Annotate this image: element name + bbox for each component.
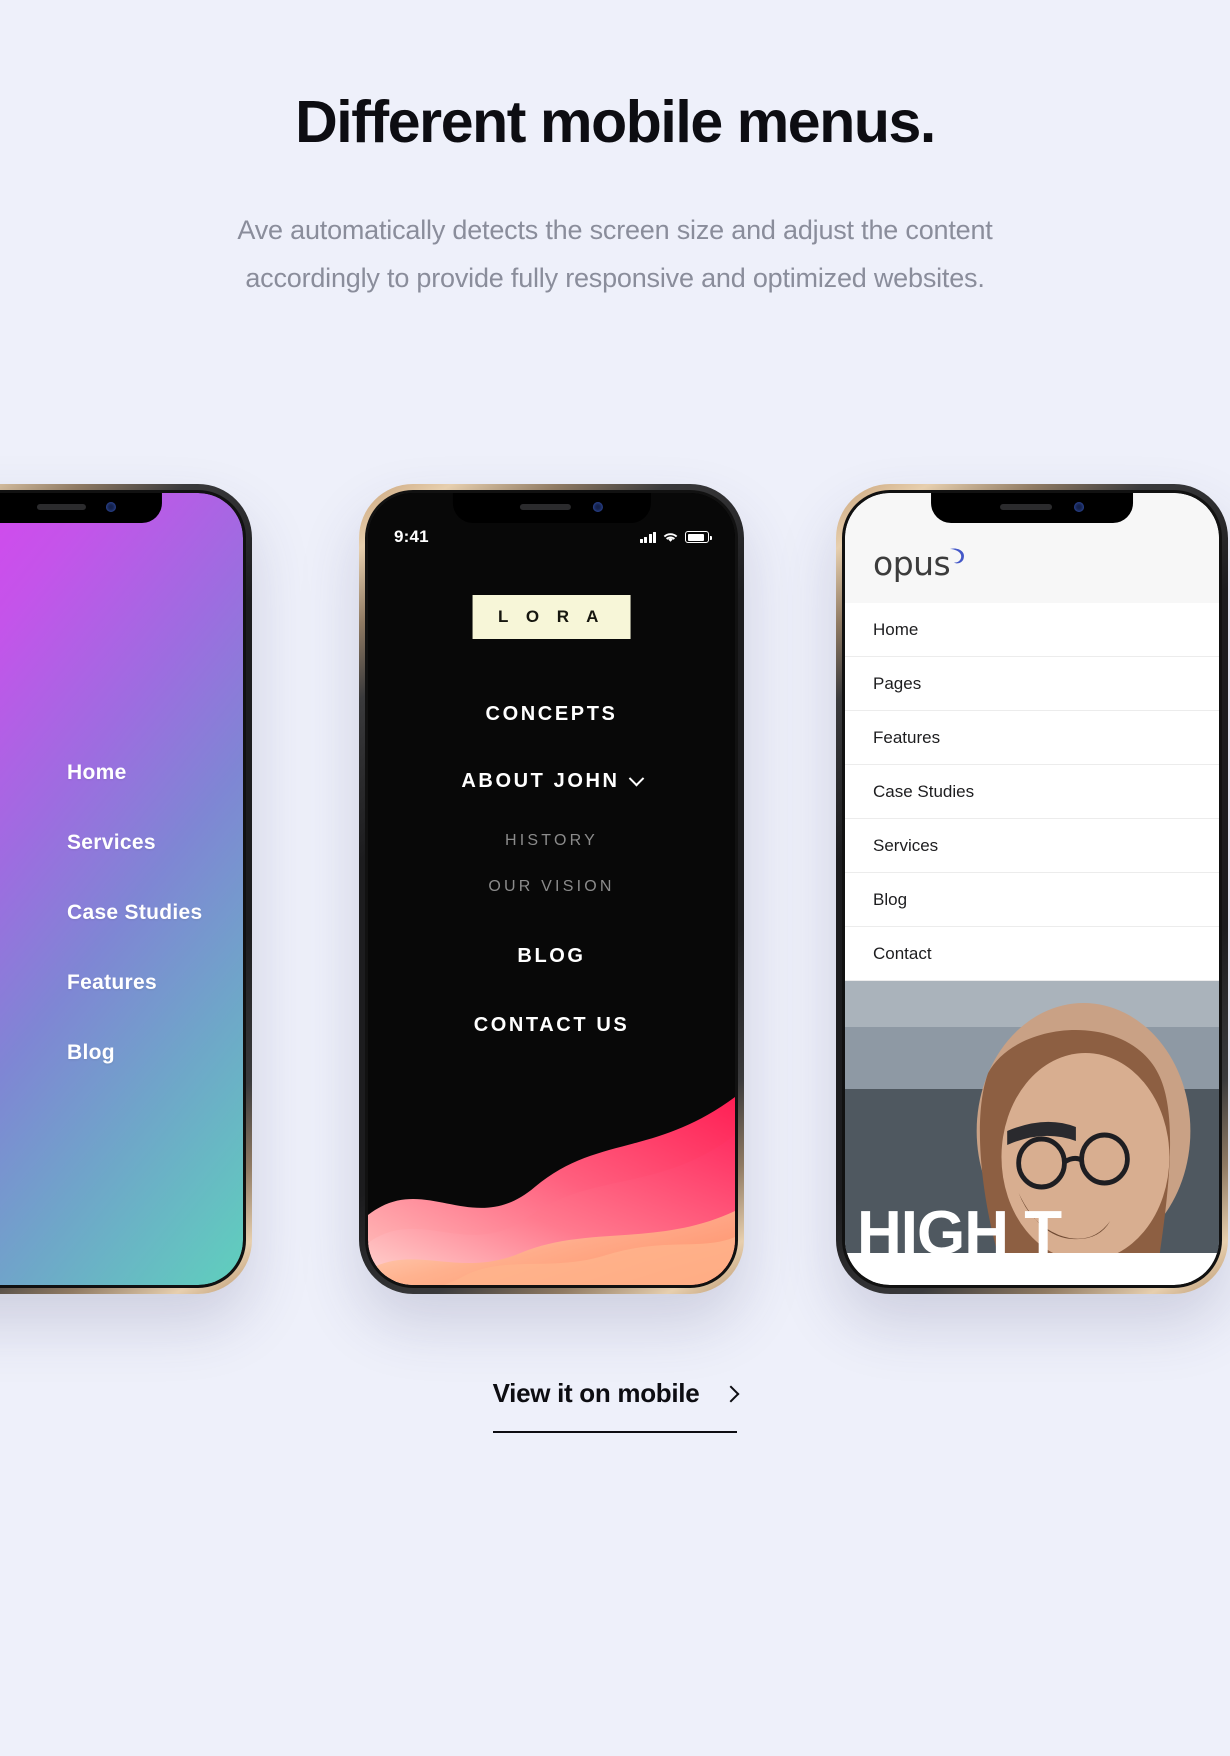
cta-section: View it on mobile <box>0 1378 1230 1433</box>
lora-logo[interactable]: L O R A <box>472 595 631 639</box>
status-time: 9:41 <box>394 527 429 546</box>
screen-opus: opus Home Pages Features Case Studies Se… <box>845 493 1219 1285</box>
notch <box>931 493 1133 523</box>
status-bar: 9:41 <box>368 525 735 549</box>
menu-item-contact[interactable]: Contact <box>845 927 1219 981</box>
swoosh-icon <box>946 546 968 573</box>
pink-wave-decoration <box>368 1065 735 1285</box>
menu-item-our-vision[interactable]: OUR VISION <box>488 878 614 896</box>
menu-row-our-vision[interactable]: OUR VISION <box>488 878 614 896</box>
menu-item-home[interactable]: Home <box>845 603 1219 657</box>
menu-item-pages[interactable]: Pages <box>845 657 1219 711</box>
menu-item-services[interactable]: Services <box>845 819 1219 873</box>
menu-item-blog[interactable]: BLOG <box>517 945 585 968</box>
status-indicators <box>639 531 712 543</box>
cta-label: View it on mobile <box>492 1378 700 1408</box>
opus-logo-text: opus <box>873 544 951 583</box>
phone-inner-gradient: Home Services Case Studies Features Blog <box>0 490 246 1288</box>
menu-row-history[interactable]: HISTORY <box>505 832 598 850</box>
opus-logo[interactable]: opus <box>873 544 968 583</box>
menu-item-history[interactable]: HISTORY <box>505 832 598 850</box>
speaker-icon <box>999 504 1053 510</box>
menu-item-features[interactable]: Features <box>67 971 203 995</box>
page-header: Different mobile menus. Ave automaticall… <box>0 0 1230 302</box>
page-subtitle: Ave automatically detects the screen siz… <box>237 214 993 293</box>
camera-icon <box>106 502 117 512</box>
menu-item-blog[interactable]: Blog <box>845 873 1219 927</box>
notch <box>452 493 651 523</box>
menu-item-case-studies[interactable]: Case Studies <box>67 901 203 925</box>
phone-mockup-opus: opus Home Pages Features Case Studies Se… <box>836 484 1228 1294</box>
screen-lora: 9:41 L O R A CONCEPTS ABOUT JOHN HISTORY… <box>368 493 735 1285</box>
menu-item-services[interactable]: Services <box>67 831 203 855</box>
screen-gradient: Home Services Case Studies Features Blog <box>0 493 243 1285</box>
menu-row-blog[interactable]: BLOG <box>517 945 585 968</box>
notch <box>0 493 163 523</box>
chevron-down-icon[interactable] <box>628 770 644 787</box>
gradient-menu-list: Home Services Case Studies Features Blog <box>67 761 203 1065</box>
battery-icon <box>685 531 712 543</box>
dark-background: 9:41 L O R A CONCEPTS ABOUT JOHN HISTORY… <box>368 493 735 1285</box>
hero-headline: HIGH T <box>857 1199 1062 1253</box>
phone-mockup-gradient: Home Services Case Studies Features Blog <box>0 484 252 1294</box>
lora-menu-list: CONCEPTS ABOUT JOHN HISTORY OUR VISION B… <box>368 703 735 1037</box>
menu-row-contact-us[interactable]: CONTACT US <box>474 1014 630 1037</box>
page-title: Different mobile menus. <box>295 89 936 155</box>
view-on-mobile-button[interactable]: View it on mobile <box>492 1378 740 1433</box>
page-root: Different mobile menus. Ave automaticall… <box>0 0 1230 1756</box>
hero-photo: HIGH T <box>845 981 1219 1253</box>
menu-item-concepts[interactable]: CONCEPTS <box>486 703 618 726</box>
speaker-icon <box>519 504 572 510</box>
menu-row-concepts[interactable]: CONCEPTS <box>486 703 618 726</box>
light-background: opus Home Pages Features Case Studies Se… <box>845 493 1219 1285</box>
wifi-icon <box>663 532 678 543</box>
phone-inner-lora: 9:41 L O R A CONCEPTS ABOUT JOHN HISTORY… <box>365 490 738 1288</box>
menu-item-case-studies[interactable]: Case Studies <box>845 765 1219 819</box>
signal-icon <box>639 531 656 543</box>
opus-menu-list: Home Pages Features Case Studies Service… <box>845 603 1219 981</box>
menu-item-about-john[interactable]: ABOUT JOHN <box>461 770 619 793</box>
chevron-right-icon[interactable] <box>722 1385 740 1402</box>
speaker-icon <box>36 504 86 510</box>
menu-item-blog[interactable]: Blog <box>67 1041 203 1065</box>
camera-icon <box>1074 502 1085 512</box>
menu-item-contact-us[interactable]: CONTACT US <box>474 1014 630 1037</box>
menu-item-home[interactable]: Home <box>67 761 203 785</box>
phone-mockups-row: Home Services Case Studies Features Blog <box>0 484 1230 1294</box>
menu-row-about-john[interactable]: ABOUT JOHN <box>461 770 644 793</box>
camera-icon <box>593 502 604 512</box>
phone-mockup-lora: 9:41 L O R A CONCEPTS ABOUT JOHN HISTORY… <box>359 484 744 1294</box>
lora-logo-text: L O R A <box>498 607 605 626</box>
menu-item-features[interactable]: Features <box>845 711 1219 765</box>
phone-inner-opus: opus Home Pages Features Case Studies Se… <box>842 490 1222 1288</box>
